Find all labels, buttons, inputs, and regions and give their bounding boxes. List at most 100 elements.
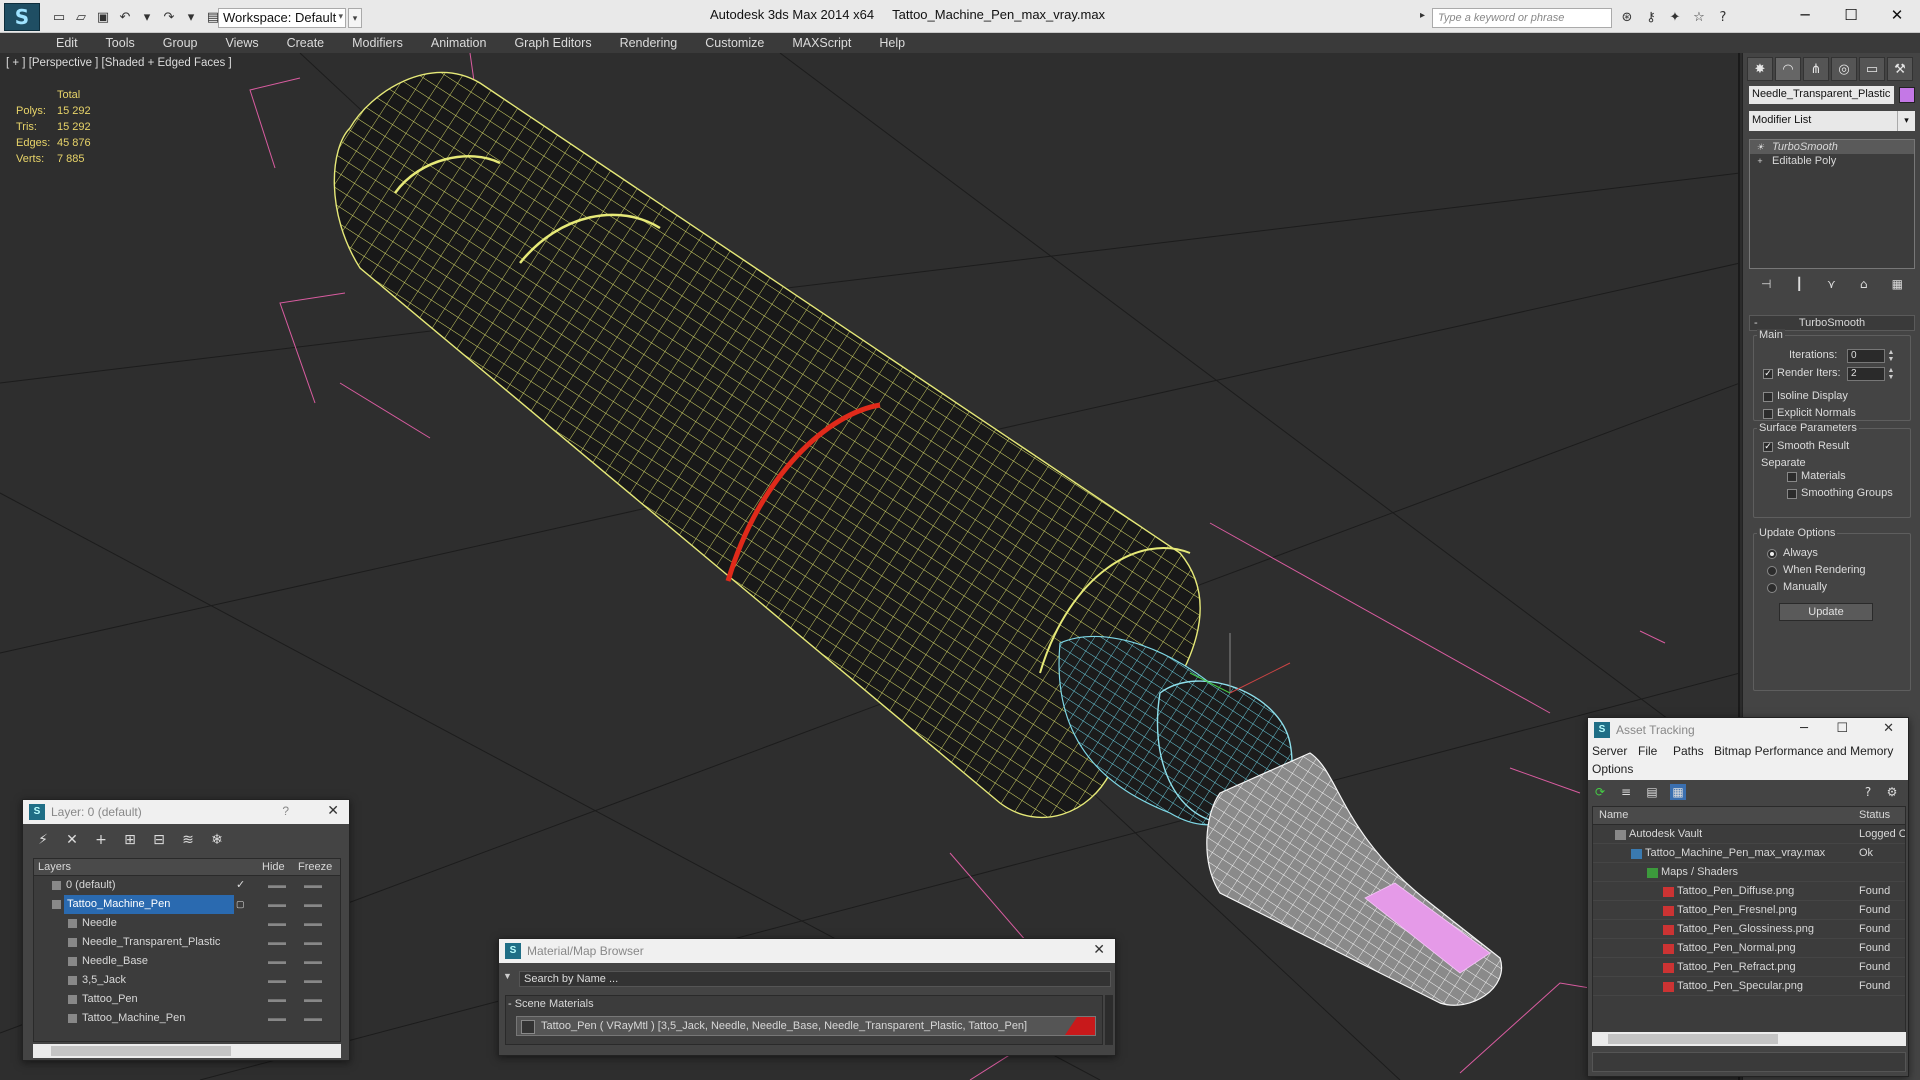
hide-toggle[interactable]: ▬▬ [268, 971, 286, 990]
close-icon[interactable]: ✕ [1093, 942, 1105, 958]
expand-plus-icon[interactable]: + [1755, 156, 1765, 166]
iterations-spinner-arrows[interactable]: ▲ ▼ [1887, 349, 1895, 363]
menu-file[interactable]: File [1638, 744, 1657, 758]
set-current-icon[interactable]: ▢ [236, 895, 245, 914]
minimize-button[interactable]: ─ [1800, 721, 1808, 736]
key-icon[interactable]: ⚷ [1642, 8, 1660, 26]
asset-tracking-titlebar[interactable]: S Asset Tracking ─ ☐ ✕ [1588, 718, 1908, 742]
col-name[interactable]: Name [1599, 809, 1628, 821]
menu-rendering[interactable]: Rendering [620, 33, 678, 53]
manually-radio[interactable] [1767, 583, 1777, 593]
select-objects-icon[interactable]: ⊞ [120, 830, 140, 850]
delete-layer-icon[interactable]: ✕ [62, 830, 82, 850]
layer-row[interactable]: 3,5_Jack ▬▬ ▬▬ [34, 971, 340, 990]
layer-row[interactable]: Needle_Transparent_Plastic ▬▬ ▬▬ [34, 933, 340, 952]
col-freeze[interactable]: Freeze [298, 861, 332, 873]
help-icon[interactable]: ? [1714, 8, 1732, 26]
explicit-normals-checkbox[interactable] [1763, 409, 1773, 419]
asset-row[interactable]: Tattoo_Pen_Normal.png Found [1593, 939, 1905, 958]
col-hide[interactable]: Hide [262, 861, 285, 873]
smoothing-groups-checkbox[interactable] [1787, 489, 1797, 499]
freeze-toggle[interactable]: ▬▬ [304, 971, 322, 990]
freeze-toggle[interactable]: ▬▬ [304, 914, 322, 933]
tree-view-icon[interactable]: ▦ [1670, 784, 1686, 800]
hide-toggle[interactable]: ▬▬ [268, 933, 286, 952]
menu-server[interactable]: Server [1592, 744, 1627, 758]
create-tab-icon[interactable]: ✸ [1747, 57, 1773, 81]
open-file-icon[interactable]: ▱ [72, 8, 90, 26]
motion-tab-icon[interactable]: ◎ [1831, 57, 1857, 81]
freeze-toggle[interactable]: ▬▬ [304, 1009, 322, 1028]
hierarchy-tab-icon[interactable]: ⋔ [1803, 57, 1829, 81]
pin-stack-icon[interactable]: ⊣ [1761, 277, 1771, 291]
smooth-result-checkbox[interactable]: ✓ [1763, 442, 1773, 452]
horizontal-scrollbar[interactable] [33, 1044, 341, 1058]
binoculars-icon[interactable]: ⊛ [1618, 8, 1636, 26]
isoline-display-checkbox[interactable] [1763, 392, 1773, 402]
menu-help[interactable]: Help [879, 33, 905, 53]
when-rendering-radio[interactable] [1767, 566, 1777, 576]
browser-options-icon[interactable]: ▼ [503, 971, 512, 981]
asset-row[interactable]: Tattoo_Machine_Pen_max_vray.max Ok [1593, 844, 1905, 863]
menu-options[interactable]: Options [1592, 762, 1633, 776]
layer-row[interactable]: Needle_Base ▬▬ ▬▬ [34, 952, 340, 971]
maximize-button[interactable]: ☐ [1836, 721, 1848, 736]
modify-tab-icon[interactable]: ◠ [1775, 57, 1801, 81]
freeze-toggle[interactable]: ▬▬ [304, 933, 322, 952]
menu-customize[interactable]: Customize [705, 33, 764, 53]
horizontal-scrollbar[interactable] [1592, 1032, 1906, 1046]
hide-toggle[interactable]: ▬▬ [268, 895, 286, 914]
vertical-scrollbar[interactable] [1105, 995, 1113, 1045]
layer-row[interactable]: Tattoo_Pen ▬▬ ▬▬ [34, 990, 340, 1009]
freeze-toggle[interactable]: ▬▬ [304, 990, 322, 1009]
iterations-spinner[interactable]: 0 [1847, 349, 1885, 363]
hide-toggle[interactable]: ▬▬ [268, 876, 286, 895]
menu-create[interactable]: Create [287, 33, 325, 53]
stack-item-turbosmooth[interactable]: ☀ TurboSmooth [1750, 140, 1914, 154]
asset-row[interactable]: Autodesk Vault Logged O [1593, 825, 1905, 844]
close-button[interactable]: ✕ [1874, 0, 1920, 30]
stack-item-editable-poly[interactable]: + Editable Poly [1750, 154, 1914, 168]
settings-icon[interactable]: ⚙ [1884, 784, 1900, 800]
add-to-layer-icon[interactable]: + [91, 830, 111, 850]
hide-toggle[interactable]: ▬▬ [268, 1009, 286, 1028]
close-icon[interactable]: ✕ [327, 803, 339, 819]
workspace-menu-arrow[interactable]: ▾ [348, 8, 362, 28]
material-item[interactable]: Tattoo_Pen ( VRayMtl ) [3,5_Jack, Needle… [516, 1016, 1096, 1036]
utilities-tab-icon[interactable]: ⚒ [1887, 57, 1913, 81]
highlight-layer-icon[interactable]: ⊟ [149, 830, 169, 850]
list-view-icon[interactable]: ≡ [1618, 784, 1634, 800]
object-color-swatch[interactable] [1899, 87, 1915, 103]
menu-bitmap-performance[interactable]: Bitmap Performance and Memory [1714, 744, 1893, 758]
new-file-icon[interactable]: ▭ [50, 8, 68, 26]
communication-center-icon[interactable]: ✦ [1666, 8, 1684, 26]
redo-icon[interactable]: ↷ [160, 8, 178, 26]
menu-animation[interactable]: Animation [431, 33, 487, 53]
create-layer-icon[interactable]: ⚡ [33, 830, 53, 850]
object-name-field[interactable]: Needle_Transparent_Plastic [1749, 86, 1894, 104]
redo-dropdown-icon[interactable]: ▾ [182, 8, 200, 26]
asset-row[interactable]: Tattoo_Pen_Refract.png Found [1593, 958, 1905, 977]
always-radio[interactable] [1767, 549, 1777, 559]
search-input[interactable]: Type a keyword or phrase [1432, 8, 1612, 28]
menu-edit[interactable]: Edit [56, 33, 78, 53]
favorites-icon[interactable]: ☆ [1690, 8, 1708, 26]
save-icon[interactable]: ▣ [94, 8, 112, 26]
hide-all-icon[interactable]: ≋ [178, 830, 198, 850]
app-logo-icon[interactable]: S [4, 3, 40, 31]
asset-path-field[interactable] [1592, 1052, 1906, 1072]
search-expand-icon[interactable]: ▸ [1420, 10, 1425, 21]
freeze-toggle[interactable]: ▬▬ [304, 952, 322, 971]
render-iters-spinner[interactable]: 2 [1847, 367, 1885, 381]
active-layer-check-icon[interactable]: ✓ [236, 876, 245, 895]
help-icon[interactable]: ? [1860, 784, 1876, 800]
asset-row[interactable]: Tattoo_Pen_Glossiness.png Found [1593, 920, 1905, 939]
viewport-label[interactable]: [ + ] [Perspective ] [Shaded + Edged Fac… [6, 57, 232, 69]
configure-sets-icon[interactable]: ▦ [1892, 277, 1903, 291]
menu-maxscript[interactable]: MAXScript [792, 33, 851, 53]
asset-row[interactable]: Tattoo_Pen_Diffuse.png Found [1593, 882, 1905, 901]
material-search-input[interactable]: Search by Name ... [519, 971, 1111, 987]
layer-row[interactable]: Needle ▬▬ ▬▬ [34, 914, 340, 933]
make-unique-icon[interactable]: ⋎ [1827, 277, 1836, 291]
hide-toggle[interactable]: ▬▬ [268, 914, 286, 933]
